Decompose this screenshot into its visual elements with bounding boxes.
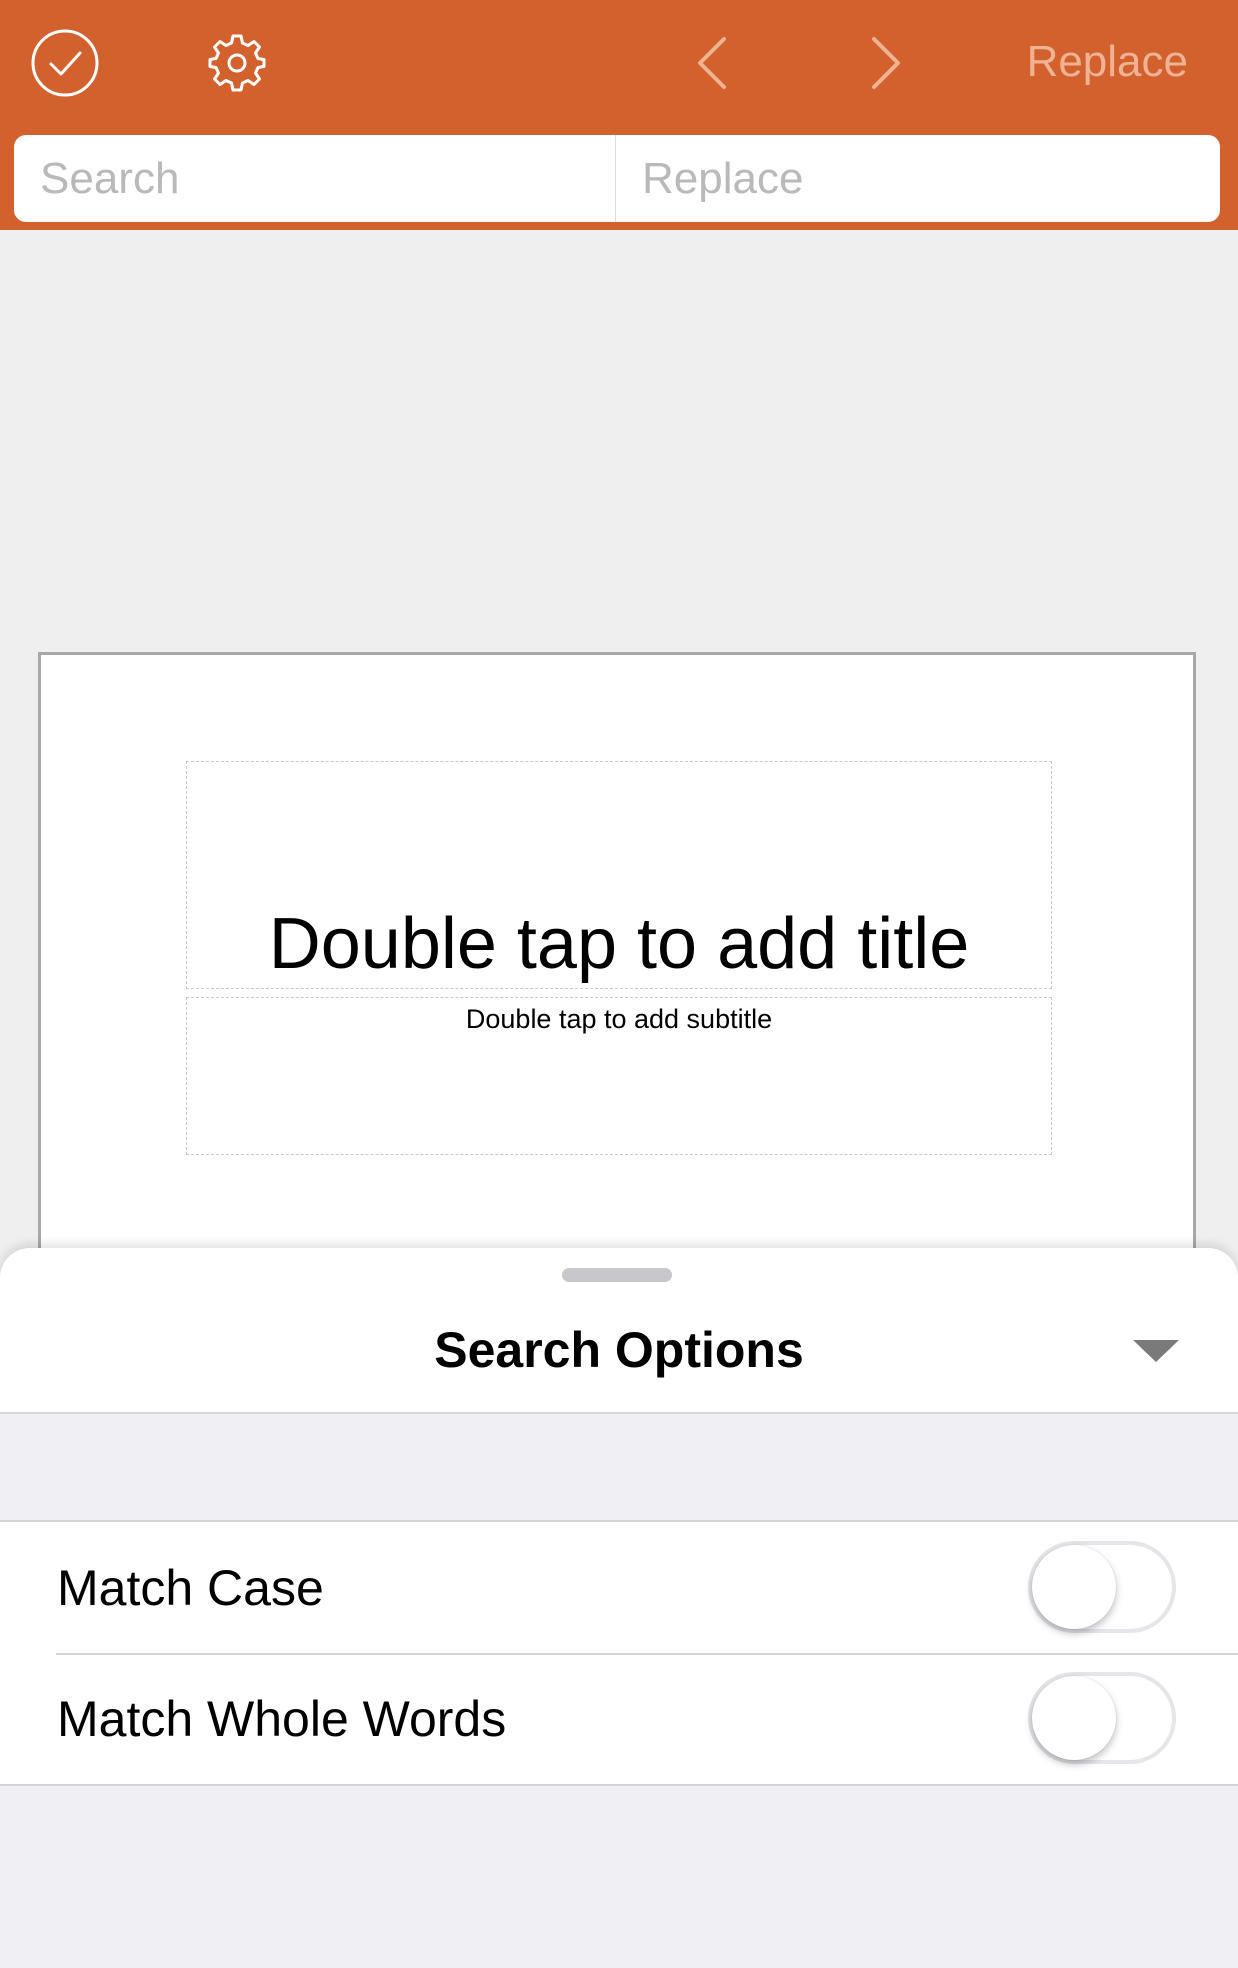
sheet-grabber-handle[interactable] xyxy=(562,1268,672,1282)
toggle-knob xyxy=(1032,1676,1116,1760)
search-replace-fields xyxy=(14,135,1220,222)
toggle-knob xyxy=(1032,1545,1116,1629)
find-replace-toolbar: Replace xyxy=(0,0,1238,230)
title-placeholder[interactable]: Double tap to add title xyxy=(186,761,1052,989)
gear-icon xyxy=(208,34,266,92)
sheet-title: Search Options xyxy=(434,1322,804,1378)
collapse-sheet-button[interactable] xyxy=(1128,1334,1184,1368)
match-case-toggle[interactable] xyxy=(1028,1541,1176,1633)
checkmark-circle-icon xyxy=(31,29,99,97)
option-row-match-whole-words: Match Whole Words xyxy=(0,1653,1238,1784)
subtitle-placeholder[interactable]: Double tap to add subtitle xyxy=(186,997,1052,1155)
subtitle-placeholder-text: Double tap to add subtitle xyxy=(465,1004,773,1034)
next-result-button[interactable] xyxy=(858,28,914,98)
option-row-match-case: Match Case xyxy=(0,1522,1238,1653)
screen: Replace Double tap to add title Double t… xyxy=(0,0,1238,1968)
search-input[interactable] xyxy=(14,135,616,222)
search-options-list: Match Case Match Whole Words xyxy=(0,1520,1238,1786)
done-button[interactable] xyxy=(28,26,102,100)
replace-input[interactable] xyxy=(616,135,1220,222)
match-whole-words-label: Match Whole Words xyxy=(57,1690,507,1747)
settings-button[interactable] xyxy=(204,30,270,96)
match-case-label: Match Case xyxy=(57,1559,324,1616)
title-placeholder-text: Double tap to add title xyxy=(268,904,970,984)
search-options-sheet: Search Options Match Case Match Whole Wo… xyxy=(0,1248,1238,1968)
chevron-left-icon xyxy=(698,37,726,89)
sheet-header: Search Options xyxy=(0,1248,1238,1414)
slide-canvas[interactable]: Double tap to add title Double tap to ad… xyxy=(38,652,1196,1332)
triangle-down-icon xyxy=(1133,1340,1179,1362)
replace-button[interactable]: Replace xyxy=(1027,30,1188,94)
chevron-right-icon xyxy=(872,37,900,89)
match-whole-words-toggle[interactable] xyxy=(1028,1672,1176,1764)
previous-result-button[interactable] xyxy=(684,28,740,98)
